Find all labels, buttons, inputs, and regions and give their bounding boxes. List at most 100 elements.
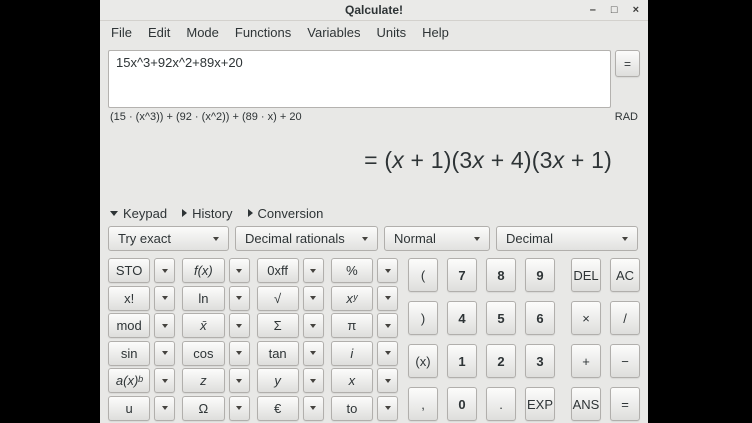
menu-variables[interactable]: Variables: [299, 23, 368, 42]
key-store[interactable]: STO: [108, 258, 150, 283]
dropdown-number-base[interactable]: Decimal: [496, 226, 638, 251]
key-digit-1[interactable]: 1: [447, 344, 477, 378]
key-hexadecimal-dropdown[interactable]: [303, 258, 324, 283]
key-power-dropdown[interactable]: [377, 286, 398, 311]
key-factorial-dropdown[interactable]: [154, 286, 175, 311]
key-all-clear[interactable]: AC: [610, 258, 640, 292]
key-digit-9[interactable]: 9: [525, 258, 555, 292]
key-digit-6[interactable]: 6: [525, 301, 555, 335]
key-power[interactable]: xʸ: [331, 286, 373, 311]
key-var-z[interactable]: z: [182, 368, 224, 393]
dropdown-exact-mode[interactable]: Try exact: [108, 226, 229, 251]
key-base-exponent[interactable]: a(x)ᵇ: [108, 368, 150, 393]
key-unit-u-dropdown[interactable]: [154, 396, 175, 421]
key-digit-4[interactable]: 4: [447, 301, 477, 335]
key-unit-u[interactable]: u: [108, 396, 150, 421]
key-cosine[interactable]: cos: [182, 341, 224, 366]
key-group: €: [257, 396, 324, 421]
key-delete[interactable]: DEL: [571, 258, 601, 292]
key-var-x-dropdown[interactable]: [377, 368, 398, 393]
key-percent-dropdown[interactable]: [377, 258, 398, 283]
key-decimal-point[interactable]: .: [486, 387, 516, 421]
key-group: to: [331, 396, 398, 421]
key-digit-2[interactable]: 2: [486, 344, 516, 378]
keypad-row-group: STO f(x) 0xff%: [108, 258, 398, 283]
key-cosine-dropdown[interactable]: [229, 341, 250, 366]
key-var-y[interactable]: y: [257, 368, 299, 393]
key-subtract[interactable]: −: [610, 344, 640, 378]
key-natural-log[interactable]: ln: [182, 286, 224, 311]
dropdown-display-mode[interactable]: Normal: [384, 226, 490, 251]
key-multiply[interactable]: ×: [571, 301, 601, 335]
menu-functions[interactable]: Functions: [227, 23, 299, 42]
key-sum-dropdown[interactable]: [303, 313, 324, 338]
key-var-y-dropdown[interactable]: [303, 368, 324, 393]
menu-mode[interactable]: Mode: [178, 23, 227, 42]
key-equals[interactable]: =: [610, 387, 640, 421]
key-sum[interactable]: Σ: [257, 313, 299, 338]
mode-dropdown-row: Try exact Decimal rationals Normal Decim…: [108, 226, 640, 251]
expression-input[interactable]: 15x^3+92x^2+89x+20: [116, 55, 603, 103]
key-hexadecimal[interactable]: 0xff: [257, 258, 299, 283]
key-var-x[interactable]: x: [331, 368, 373, 393]
key-ohm-dropdown[interactable]: [229, 396, 250, 421]
key-divide[interactable]: /: [610, 301, 640, 335]
dropdown-arrow-icon: [310, 351, 316, 355]
maximize-icon[interactable]: □: [611, 5, 618, 16]
key-natural-log-dropdown[interactable]: [229, 286, 250, 311]
key-function[interactable]: f(x): [182, 258, 224, 283]
keypad-row-group: mod x̄ Σπ: [108, 313, 398, 338]
key-add[interactable]: +: [571, 344, 601, 378]
key-digit-3[interactable]: 3: [525, 344, 555, 378]
key-right-parenthesis[interactable]: ): [408, 301, 438, 335]
result-segment: + 4)(3: [484, 147, 553, 173]
key-square-root-dropdown[interactable]: [303, 286, 324, 311]
key-digit-5[interactable]: 5: [486, 301, 516, 335]
key-digit-7[interactable]: 7: [447, 258, 477, 292]
key-answer[interactable]: ANS: [571, 387, 601, 421]
key-tangent-dropdown[interactable]: [303, 341, 324, 366]
key-mean-dropdown[interactable]: [229, 313, 250, 338]
close-icon[interactable]: ×: [633, 5, 639, 16]
expander-conversion[interactable]: Conversion: [248, 206, 324, 221]
key-ohm[interactable]: Ω: [182, 396, 224, 421]
key-euro-dropdown[interactable]: [303, 396, 324, 421]
key-convert-to-dropdown[interactable]: [377, 396, 398, 421]
menu-edit[interactable]: Edit: [140, 23, 178, 42]
minimize-icon[interactable]: –: [590, 5, 596, 16]
key-imaginary-unit[interactable]: i: [331, 341, 373, 366]
key-store-dropdown[interactable]: [154, 258, 175, 283]
dropdown-arrow-icon: [213, 237, 219, 241]
key-sine[interactable]: sin: [108, 341, 150, 366]
key-digit-8[interactable]: 8: [486, 258, 516, 292]
key-modulo-dropdown[interactable]: [154, 313, 175, 338]
key-exponent[interactable]: EXP: [525, 387, 555, 421]
key-base-exponent-dropdown[interactable]: [154, 368, 175, 393]
key-tangent[interactable]: tan: [257, 341, 299, 366]
key-smart-parentheses[interactable]: (x): [408, 344, 438, 378]
key-comma[interactable]: ,: [408, 387, 438, 421]
key-factorial[interactable]: x!: [108, 286, 150, 311]
key-digit-0[interactable]: 0: [447, 387, 477, 421]
expander-keypad[interactable]: Keypad: [110, 206, 167, 221]
menu-file[interactable]: File: [103, 23, 140, 42]
key-square-root[interactable]: √: [257, 286, 299, 311]
key-pi-dropdown[interactable]: [377, 313, 398, 338]
key-function-dropdown[interactable]: [229, 258, 250, 283]
key-euro[interactable]: €: [257, 396, 299, 421]
key-convert-to[interactable]: to: [331, 396, 373, 421]
key-var-z-dropdown[interactable]: [229, 368, 250, 393]
menu-help[interactable]: Help: [414, 23, 457, 42]
key-modulo[interactable]: mod: [108, 313, 150, 338]
key-pi[interactable]: π: [331, 313, 373, 338]
key-left-parenthesis[interactable]: (: [408, 258, 438, 292]
key-percent[interactable]: %: [331, 258, 373, 283]
menu-units[interactable]: Units: [369, 23, 415, 42]
calculate-button[interactable]: =: [615, 50, 640, 77]
key-imaginary-unit-dropdown[interactable]: [377, 341, 398, 366]
key-mean[interactable]: x̄: [182, 313, 224, 338]
status-row: (15 · (x^3)) + (92 · (x^2)) + (89 · x) +…: [108, 110, 640, 124]
dropdown-fraction-mode[interactable]: Decimal rationals: [235, 226, 378, 251]
key-sine-dropdown[interactable]: [154, 341, 175, 366]
expander-history[interactable]: History: [182, 206, 232, 221]
